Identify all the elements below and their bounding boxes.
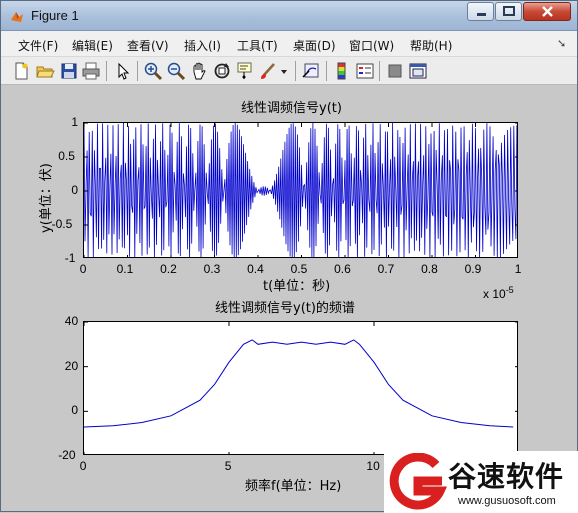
hide-plot-tools-icon[interactable]: [385, 61, 405, 81]
brush-dropdown-icon[interactable]: [279, 61, 289, 81]
data-cursor-icon[interactable]: [235, 61, 255, 81]
chart2-ytick-label: -20: [58, 448, 76, 462]
pan-hand-icon[interactable]: [189, 61, 209, 81]
link-plot-icon[interactable]: [301, 61, 321, 81]
close-button[interactable]: [523, 2, 571, 21]
maximize-button[interactable]: [495, 2, 522, 21]
brush-icon[interactable]: [258, 61, 278, 81]
chart2-ytick-label: 0: [71, 403, 79, 418]
watermark: 谷速软件 www.gusuosoft.com: [384, 451, 578, 513]
title-bar[interactable]: Figure 1: [1, 1, 577, 31]
chart1-x-exponent: x 10-5: [483, 285, 514, 301]
menu-help[interactable]: 帮助(H): [410, 37, 452, 54]
chart1-xlabel: t(单位：秒): [263, 279, 331, 294]
window-title: Figure 1: [31, 8, 79, 23]
chart2-xtick-label: 5: [224, 459, 232, 473]
chart1-xtick-label: 0.8: [421, 262, 438, 276]
menu-edit[interactable]: 编辑(E): [72, 37, 113, 54]
menu-dock-arrow-icon[interactable]: ➘: [557, 37, 566, 50]
figure-toolbar: [1, 57, 577, 85]
zoom-in-icon[interactable]: [143, 61, 163, 81]
chart2-xlabel: 频率f(单位：Hz): [245, 479, 342, 494]
menu-desktop[interactable]: 桌面(D): [293, 37, 336, 54]
chart2-ytick-label: 40: [64, 314, 79, 328]
watermark-logo-icon: [389, 453, 448, 510]
chart1-xtick-label: 0.4: [247, 262, 264, 276]
edit-plot-arrow-icon[interactable]: [113, 61, 133, 81]
menu-insert[interactable]: 插入(I): [184, 37, 221, 54]
chart1-xtick-label: 0: [79, 262, 87, 276]
chart2-title: 线性调频信号y(t)的频谱: [215, 301, 355, 316]
minimize-icon: [477, 13, 486, 16]
chart1-ytick-label: 0.5: [58, 149, 75, 163]
menu-file[interactable]: 文件(F): [18, 37, 58, 54]
chart1-xtick-label: 0.6: [334, 262, 351, 276]
maximize-icon: [503, 6, 515, 16]
chart1-ylabel: y(单位：伏): [39, 163, 54, 233]
chart1-xtick-label: 0.2: [160, 262, 177, 276]
chart2-ytick-label: 20: [64, 358, 79, 373]
minimize-button[interactable]: [467, 2, 494, 21]
chart1-ytick-label: 0: [71, 183, 79, 197]
chart1-plot-area[interactable]: [83, 122, 518, 258]
chart1-xtick-label: 0.1: [116, 262, 134, 276]
chart1-series-line: [84, 123, 517, 257]
colorbar-icon[interactable]: [332, 61, 352, 81]
chart1-ytick-label: -1: [64, 251, 76, 265]
chart1-ytick-label: -0.5: [51, 217, 73, 231]
menu-window[interactable]: 窗口(W): [349, 37, 394, 54]
menu-view[interactable]: 查看(V): [127, 37, 169, 54]
figure-window: Figure 1 文件(F) 编辑(E) 查看(V) 插入(I) 工具(T) 桌…: [0, 0, 578, 513]
chart2-xtick-label: 10: [366, 459, 380, 473]
print-icon[interactable]: [81, 61, 101, 81]
chart1-xtick-label: 0.3: [203, 262, 221, 276]
chart1-ytick-label: 1: [71, 115, 79, 129]
show-plot-tools-icon[interactable]: [408, 61, 428, 81]
chart1-title: 线性调频信号y(t): [241, 101, 342, 116]
watermark-url: www.gusuosoft.com: [458, 495, 556, 507]
save-icon[interactable]: [59, 61, 79, 81]
chart1-xtick-label: 0.7: [377, 262, 395, 276]
chart1-xtick-label: 1: [514, 262, 522, 276]
chart2-plot-area[interactable]: [83, 321, 518, 455]
open-file-icon[interactable]: [35, 61, 55, 81]
chart1-xtick-label: 0.5: [290, 262, 308, 276]
chart1-xtick-label: 0.9: [464, 262, 482, 276]
chart2-series-line: [84, 339, 514, 428]
watermark-brand: 谷速软件: [448, 460, 565, 493]
new-figure-icon[interactable]: [11, 61, 31, 81]
menu-tools[interactable]: 工具(T): [237, 37, 278, 54]
close-icon: [542, 6, 553, 17]
chart2-xtick-label: 0: [79, 459, 87, 473]
legend-icon[interactable]: [355, 61, 375, 81]
zoom-out-icon[interactable]: [166, 61, 186, 81]
rotate-3d-icon[interactable]: [212, 61, 232, 81]
matlab-logo-icon: [11, 12, 23, 22]
menu-bar: 文件(F) 编辑(E) 查看(V) 插入(I) 工具(T) 桌面(D) 窗口(W…: [1, 31, 577, 57]
